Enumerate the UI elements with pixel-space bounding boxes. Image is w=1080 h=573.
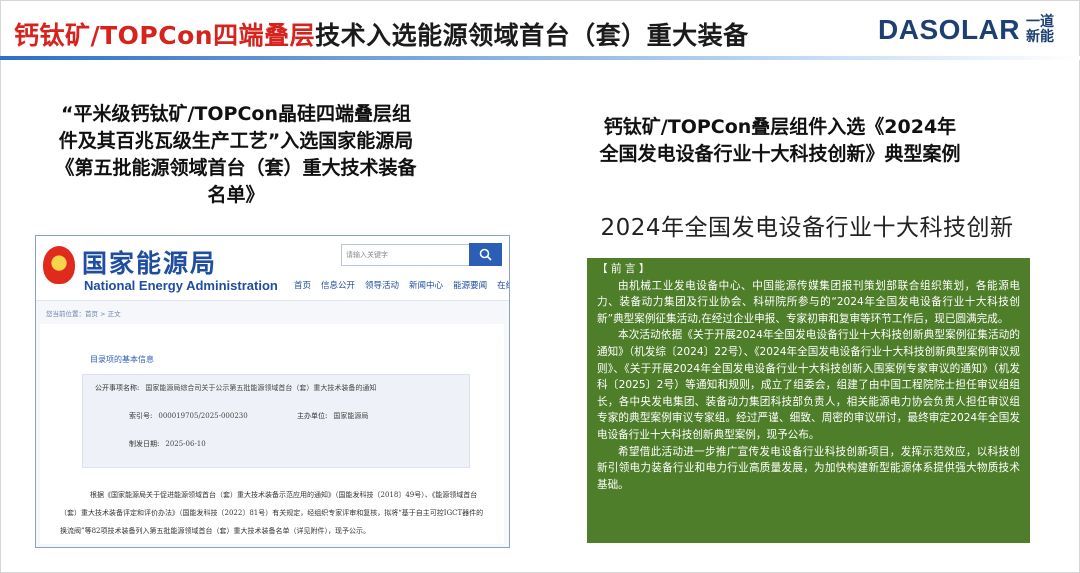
award-heading: 2024年全国发电设备行业十大科技创新 bbox=[583, 206, 1031, 250]
info-title: 目录项的基本信息 bbox=[90, 355, 154, 364]
nea-website-screenshot: 国家能源局 National Energy Administration 请输入… bbox=[35, 235, 510, 548]
logo-cn-line2: 新能 bbox=[1026, 29, 1054, 45]
date-label: 制发日期: bbox=[129, 440, 160, 448]
title-rest: 技术入选能源领域首台（套）重大装备 bbox=[315, 21, 749, 50]
info-row-index: 索引号: 000019705/2025-000230 bbox=[129, 411, 248, 421]
nea-name-en: National Energy Administration bbox=[84, 278, 278, 293]
notice-paragraph: 本次活动依据《关于开展2024年全国发电设备行业十大科技创新典型案例征集活动的通… bbox=[597, 329, 1020, 441]
index-value: 000019705/2025-000230 bbox=[158, 412, 248, 420]
logo-cn: 一道 新能 bbox=[1026, 15, 1054, 45]
slide-title: 钙钛矿/TOPCon四端叠层技术入选能源领域首台（套）重大装备 bbox=[14, 16, 749, 52]
info-row-item: 公开事项名称: 国家能源局综合司关于公示第五批能源领域首台（套）重大技术装备的通知 bbox=[95, 383, 376, 393]
public-item-value: 国家能源局综合司关于公示第五批能源领域首台（套）重大技术装备的通知 bbox=[145, 384, 377, 392]
dasolar-logo: DASOLAR 一道 新能 bbox=[878, 14, 1054, 46]
info-row-date: 制发日期: 2025-06-10 bbox=[129, 439, 206, 449]
date-value: 2025-06-10 bbox=[165, 440, 206, 448]
nav-online-service[interactable]: 在线办事 bbox=[497, 279, 509, 291]
nea-article: 目录项的基本信息 公开事项名称: 国家能源局综合司关于公示第五批能源领域首台（套）… bbox=[40, 324, 504, 544]
notice-paragraph: 由机械工业发电设备中心、中国能源传媒集团报刊策划部联合组织策划，各能源电力、装备… bbox=[597, 279, 1020, 325]
breadcrumb: 您当前位置：首页 > 正文 bbox=[46, 310, 121, 318]
nea-name-cn: 国家能源局 bbox=[82, 249, 218, 278]
notice-label: 【 前 言 】 bbox=[597, 263, 650, 275]
nea-caption: “平米级钙钛矿/TOPCon晶硅四端叠层组件及其百兆瓦级生产工艺”入选国家能源局… bbox=[55, 103, 417, 206]
nav-news[interactable]: 新闻中心 bbox=[409, 279, 443, 291]
award-caption: 钙钛矿/TOPCon叠层组件入选《2024年全国发电设备行业十大科技创新》典型案… bbox=[599, 116, 961, 165]
award-notice: 【 前 言 】 由机械工业发电设备中心、中国能源传媒集团报刊策划部联合组织策划，… bbox=[587, 258, 1030, 543]
logo-cn-line1: 一道 bbox=[1026, 14, 1054, 30]
nav-info-public[interactable]: 信息公开 bbox=[321, 279, 355, 291]
index-label: 索引号: bbox=[129, 412, 153, 420]
search-icon[interactable] bbox=[469, 243, 502, 266]
title-highlight: 钙钛矿/TOPCon四端叠层 bbox=[14, 21, 316, 50]
issuer-value: 国家能源局 bbox=[333, 412, 369, 420]
issuer-label: 主办单位: bbox=[297, 412, 328, 420]
notice-paragraph: 希望借此活动进一步推广宣传发电设备行业科技创新项目，发挥示范效应，以科技创新引领… bbox=[597, 445, 1020, 491]
nea-header: 国家能源局 National Energy Administration 请输入… bbox=[36, 236, 509, 301]
public-item-label: 公开事项名称: bbox=[95, 384, 140, 392]
article-paragraph: 根据《国家能源局关于促进能源领域首台（套）重大技术装备示范应用的通知》（国能发科… bbox=[60, 491, 484, 535]
nav-energy-news[interactable]: 能源要闻 bbox=[453, 279, 487, 291]
header-divider bbox=[0, 56, 1080, 60]
national-emblem-icon bbox=[43, 246, 75, 284]
nea-search-input[interactable]: 请输入关键字 bbox=[341, 244, 473, 266]
nav-home[interactable]: 首页 bbox=[294, 279, 311, 291]
nea-nav: 首页 信息公开 领导活动 新闻中心 能源要闻 在线办事 bbox=[294, 279, 509, 291]
info-box: 公开事项名称: 国家能源局综合司关于公示第五批能源领域首台（套）重大技术装备的通知… bbox=[82, 374, 470, 468]
nav-leaders[interactable]: 领导活动 bbox=[365, 279, 399, 291]
logo-text: DASOLAR bbox=[878, 14, 1020, 45]
info-row-issuer: 主办单位: 国家能源局 bbox=[297, 411, 368, 421]
